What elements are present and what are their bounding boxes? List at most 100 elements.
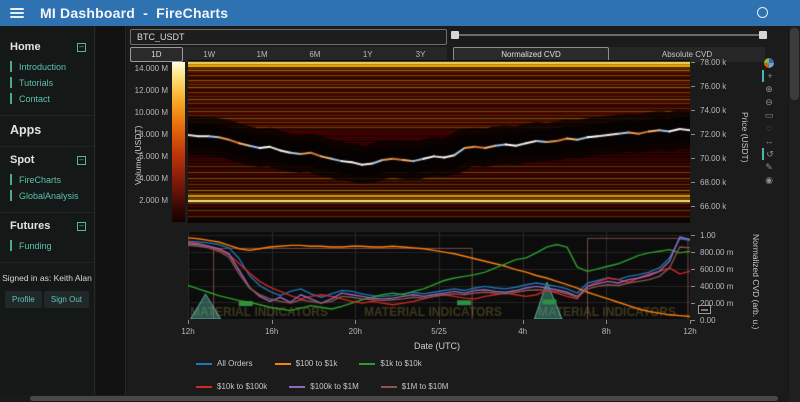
sidebar-item-contact[interactable]: Contact — [10, 93, 88, 104]
tick-mark — [691, 252, 695, 253]
sidebar-item-tutorials[interactable]: Tutorials — [10, 77, 88, 88]
camera-icon[interactable]: ◉ — [762, 174, 776, 186]
zoom-in-icon[interactable]: ⊕ — [762, 83, 776, 95]
sidebar-item-firecharts[interactable]: FireCharts — [10, 174, 88, 185]
price-tick-label: 66.00 k — [700, 202, 727, 211]
legend-label: All Orders — [217, 359, 253, 368]
legend-label: $100k to $1M — [310, 382, 359, 391]
x-tick-label: 8h — [601, 327, 611, 336]
volume-tick-label: 8.000 M — [139, 130, 168, 139]
tick-mark — [271, 320, 273, 324]
app-root: MI Dashboard - FireCharts Home – Introduct… — [0, 0, 800, 402]
x-tick-label: 12h — [683, 327, 697, 336]
tick-mark — [691, 206, 695, 207]
legend-item--1m-to-10m[interactable]: $1M to $10M — [380, 382, 449, 391]
tick-mark — [691, 269, 695, 270]
tick-mark — [522, 320, 524, 324]
volume-tick-label: 10.000 M — [134, 108, 168, 117]
x-tick-label: 4h — [518, 327, 528, 336]
plotly-logo-icon[interactable] — [764, 58, 774, 68]
volume-tick-label: 14.000 M — [134, 64, 168, 73]
tick-mark — [691, 62, 695, 63]
topbar: MI Dashboard - FireCharts — [0, 0, 800, 26]
draw-icon[interactable]: ✎ — [762, 161, 776, 173]
vertical-scrollbar-thumb[interactable] — [790, 28, 799, 100]
profile-button[interactable]: Profile — [5, 291, 42, 308]
active-indicator-bar — [10, 190, 12, 201]
sidebar-item-funding[interactable]: Funding — [10, 240, 88, 251]
sidebar-header-futures[interactable]: Futures – — [8, 217, 88, 235]
active-indicator-bar — [10, 77, 12, 88]
slider-track[interactable] — [453, 34, 765, 36]
price-axis-title: Price (USDT) — [740, 112, 750, 163]
price-tick-label: 78.00 k — [700, 58, 727, 67]
sidebar-header-home[interactable]: Home – — [8, 38, 88, 56]
collapse-icon[interactable]: – — [77, 221, 86, 231]
symbol-input[interactable] — [130, 29, 447, 45]
x-tick-label: 20h — [348, 327, 362, 336]
sidebar-item-introduction[interactable]: Introduction — [10, 61, 88, 72]
time-range-slider[interactable] — [451, 29, 767, 41]
legend-color-dash — [380, 385, 397, 388]
legend-label: $100 to $1k — [295, 359, 338, 368]
x-tick-label: 12h — [181, 327, 195, 336]
vertical-scrollbar[interactable] — [789, 26, 800, 402]
sidebar-section-apps: Apps — [0, 116, 94, 147]
horizontal-scrollbar-thumb[interactable] — [30, 396, 778, 401]
active-indicator-bar — [10, 93, 12, 104]
sidebar-section-home: Home – Introduction Tutorials Contact — [0, 34, 94, 116]
hamburger-menu-icon[interactable] — [10, 8, 24, 18]
zoom-out-icon[interactable]: ⊖ — [762, 96, 776, 108]
sign-out-button[interactable]: Sign Out — [43, 291, 89, 308]
cvd-tick-label: 400.00 m — [700, 282, 734, 291]
horizontal-scrollbar[interactable] — [0, 395, 789, 402]
sidebar-item-globalanalysis[interactable]: GlobalAnalysis — [10, 190, 88, 201]
price-tick-label: 74.00 k — [700, 106, 727, 115]
volume-tick-label: 12.000 M — [134, 86, 168, 95]
cvd-line-chart[interactable] — [188, 232, 690, 319]
cvd-axis-title: Normalized CVD (arb. u.) — [751, 234, 761, 330]
tick-mark — [691, 158, 695, 159]
legend-color-dash — [289, 385, 306, 388]
sidebar-header-label: Futures — [10, 220, 51, 232]
chart-modebar: + ⊕ ⊖ ▭ ◌ ↔ ↺ ✎ ◉ — [762, 57, 778, 186]
tick-mark — [188, 320, 189, 324]
tick-mark — [691, 286, 695, 287]
collapse-icon[interactable]: – — [77, 155, 86, 165]
sidebar-item-label: Funding — [19, 240, 52, 251]
x-axis-title: Date (UTC) — [414, 341, 461, 351]
price-tick-label: 76.00 k — [700, 82, 727, 91]
autoscale-icon[interactable]: ↔ — [762, 135, 776, 147]
lasso-select-icon[interactable]: ◌ — [762, 122, 776, 134]
pan-icon[interactable]: + — [762, 70, 776, 82]
legend-color-dash — [359, 362, 376, 365]
legend-item--100k-to-1m[interactable]: $100k to $1M — [289, 382, 359, 391]
volume-tick-label: 2.000 M — [139, 196, 168, 205]
volume-tick-label: 4.000 M — [139, 174, 168, 183]
slider-handle-right[interactable] — [759, 31, 767, 39]
status-circle-icon[interactable] — [757, 7, 768, 18]
reset-axes-icon[interactable]: ↺ — [762, 148, 776, 160]
firechart-heatmap[interactable] — [188, 60, 690, 223]
collapse-icon[interactable]: – — [77, 42, 86, 52]
sidebar: Home – Introduction Tutorials Contact Apps Spo… — [0, 26, 95, 402]
price-tick-label: 70.00 k — [700, 154, 727, 163]
legend-item-all-orders[interactable]: All Orders — [196, 359, 253, 368]
sidebar-item-label: Tutorials — [19, 77, 54, 88]
sidebar-header-apps[interactable]: Apps — [8, 120, 88, 140]
tick-mark — [691, 235, 695, 236]
legend-item--1k-to-10k[interactable]: $1k to $10k — [359, 359, 422, 368]
legend-row-2: $10k to $100k $100k to $1M $1M to $10M — [196, 382, 448, 391]
price-tick-label: 72.00 k — [700, 130, 727, 139]
annotation-box[interactable] — [698, 305, 711, 314]
cvd-tick-label: 1.00 — [700, 231, 716, 240]
legend-label: $1M to $10M — [401, 382, 449, 391]
legend-item--100-to-1k[interactable]: $100 to $1k — [274, 359, 338, 368]
slider-handle-left[interactable] — [451, 31, 459, 39]
tick-mark — [691, 303, 695, 304]
sidebar-header-spot[interactable]: Spot – — [8, 151, 88, 169]
legend-item--10k-to-100k[interactable]: $10k to $100k — [196, 382, 267, 391]
timeframe-button-1d[interactable]: 1D — [130, 47, 183, 62]
cvd-tick-label: 0.00 — [700, 316, 716, 325]
box-select-icon[interactable]: ▭ — [762, 109, 776, 121]
